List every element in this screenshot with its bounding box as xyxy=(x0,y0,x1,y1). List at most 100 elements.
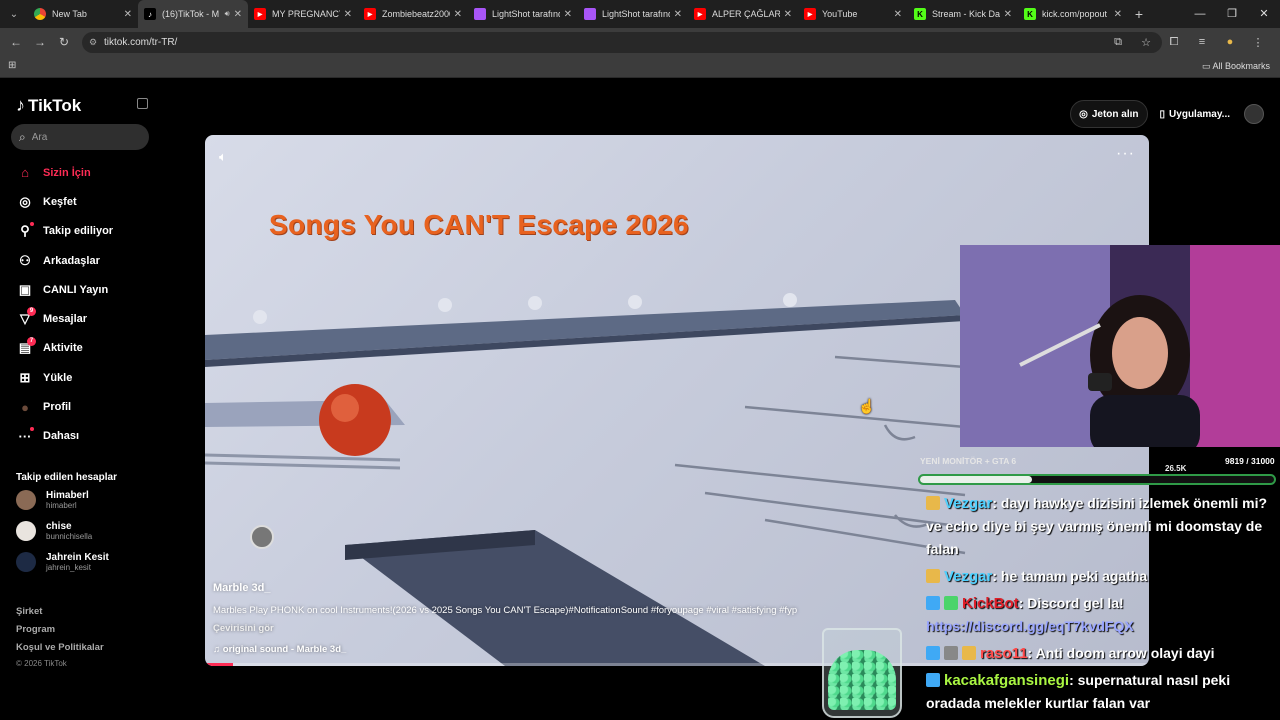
apps-icon[interactable]: ⊞ xyxy=(8,60,16,71)
sidebar-item[interactable]: ⊞ Yükle xyxy=(0,363,160,392)
close-window-icon[interactable]: ✕ xyxy=(1248,0,1280,28)
browser-tab[interactable]: ▶ ALPER ÇAĞLAR S ✕ xyxy=(688,0,798,28)
sidebar-item[interactable]: ⚲ Takip ediliyor xyxy=(0,217,160,246)
tab-label: kick.com/popout xyxy=(1042,9,1108,19)
browser-tab[interactable]: ♪ (16)TikTok - M 🔊︎ ✕ xyxy=(138,0,248,28)
tab-close-icon[interactable]: ✕ xyxy=(784,9,792,20)
new-tab-button[interactable]: + xyxy=(1128,6,1150,22)
cast-icon[interactable]: ⧉ xyxy=(1104,36,1132,49)
tab-close-icon[interactable]: ✕ xyxy=(674,9,682,20)
minimize-icon[interactable]: — xyxy=(1184,0,1216,28)
kick-icon: K xyxy=(1024,8,1036,20)
youtube-icon: ▶ xyxy=(254,8,266,20)
footer-link[interactable]: Şirket xyxy=(16,606,104,624)
tab-close-icon[interactable]: ✕ xyxy=(564,9,572,20)
chat-username[interactable]: Vezgar xyxy=(944,568,992,585)
sidebar-item[interactable]: ⌂ Sizin İçin xyxy=(0,158,160,187)
search-box[interactable]: ⌕ xyxy=(11,124,149,150)
tab-close-icon[interactable]: ✕ xyxy=(1114,9,1122,20)
sidebar-item[interactable]: ● Profil xyxy=(0,392,160,421)
search-input[interactable] xyxy=(31,131,132,143)
menu-icon[interactable]: ⋮ xyxy=(1244,36,1272,49)
peg xyxy=(253,310,267,324)
back-icon[interactable]: ← xyxy=(4,35,28,49)
profile-icon[interactable]: ● xyxy=(1216,36,1244,48)
maximize-icon[interactable]: ❐ xyxy=(1216,0,1248,28)
window-controls: — ❐ ✕ xyxy=(1184,0,1280,28)
all-bookmarks-button[interactable]: ▭ All Bookmarks xyxy=(1202,61,1270,72)
footer-link[interactable]: Koşul ve Politikalar xyxy=(16,642,104,660)
followed-account[interactable]: Jahrein Kesit jahrein_kesit xyxy=(16,548,109,576)
video-author[interactable]: Marble 3d_ xyxy=(213,582,270,594)
rod xyxy=(205,461,401,470)
extensions-icon[interactable]: ⧠ xyxy=(1160,36,1188,49)
tab-audio-icon[interactable]: 🔊︎ xyxy=(225,9,230,19)
account-handle: jahrein_kesit xyxy=(46,563,91,572)
tab-search-icon[interactable]: ⌄ xyxy=(0,0,28,28)
chat-badge-icon xyxy=(944,596,958,610)
browser-tab[interactable]: Kkick.com/popout ✕ xyxy=(1018,0,1128,28)
sidebar-item[interactable]: ▣ CANLI Yayın xyxy=(0,275,160,304)
forward-icon[interactable]: → xyxy=(28,35,52,49)
footer-link[interactable]: Program xyxy=(16,624,104,642)
sidebar-item[interactable]: ◎ Keşfet xyxy=(0,187,160,216)
tiktok-logo[interactable]: ♪ TikTok xyxy=(16,95,81,116)
get-app-button[interactable]: ▯ Uygulamay... xyxy=(1152,100,1238,128)
tab-close-icon[interactable]: ✕ xyxy=(454,9,462,20)
sidebar-item[interactable]: ▤ 7 Aktivite xyxy=(0,334,160,363)
chat-username[interactable]: KickBot xyxy=(962,595,1019,612)
chat-message: raso11: Anti doom arrow olayi dayi xyxy=(926,642,1280,665)
tab-close-icon[interactable]: ✕ xyxy=(1004,9,1012,20)
volume-icon[interactable]: 🔈︎ xyxy=(219,149,227,165)
tab-close-icon[interactable]: ✕ xyxy=(124,9,132,20)
sidebar-item[interactable]: ··· Dahası xyxy=(0,422,160,451)
browser-tab[interactable]: LightShot tarafında ✕ xyxy=(578,0,688,28)
sidebar-item-label: Profil xyxy=(43,401,72,414)
chat-message: kacakafgansinegi: supernatural nasıl pek… xyxy=(926,669,1280,715)
phone-icon: ▯ xyxy=(1159,108,1166,120)
browser-tab[interactable]: ▶ Zombiebeatz2000 ✕ xyxy=(358,0,468,28)
browser-tab[interactable]: New Tab ✕ xyxy=(28,0,138,28)
following-accounts-title: Takip edilen hesaplar xyxy=(16,472,117,483)
browser-tab[interactable]: LightShot tarafında ✕ xyxy=(468,0,578,28)
media-icon[interactable]: ≡ xyxy=(1188,36,1216,48)
copyright: © 2026 TikTok xyxy=(16,659,67,668)
chat-username[interactable]: kacakafgansinegi xyxy=(944,672,1069,689)
chat-link[interactable]: https://discord.gg/eqT7kvdFQX xyxy=(926,618,1134,634)
site-info-icon[interactable]: ⚙ xyxy=(89,32,97,53)
tab-close-icon[interactable]: ✕ xyxy=(234,9,242,20)
youtube-icon: ▶ xyxy=(804,8,816,20)
chat-username[interactable]: raso11 xyxy=(980,645,1028,662)
bookmarks-bar: ⊞ ▭ All Bookmarks xyxy=(0,56,1280,78)
collapse-sidebar-icon[interactable] xyxy=(137,98,148,109)
goal-progress-fill xyxy=(920,476,1033,483)
tiktok-logo-icon: ♪ xyxy=(16,95,25,115)
sidebar-item[interactable]: ▽ 9 Mesajlar xyxy=(0,304,160,333)
more-options-icon[interactable]: ··· xyxy=(1116,145,1135,163)
chrome-icon xyxy=(34,8,46,20)
followed-account[interactable]: Himaberl himaberl xyxy=(16,486,89,514)
reload-icon[interactable]: ↻ xyxy=(52,35,76,49)
lightshot-icon xyxy=(474,8,486,20)
tab-close-icon[interactable]: ✕ xyxy=(344,9,352,20)
video-music[interactable]: ♫ original sound - Marble 3d_ xyxy=(213,644,346,655)
followed-account[interactable]: chise bunnichisella xyxy=(16,517,92,545)
browser-tab[interactable]: ▶ YouTube ✕ xyxy=(798,0,908,28)
tab-close-icon[interactable]: ✕ xyxy=(894,9,902,20)
see-translation-link[interactable]: Çevirisini gör xyxy=(213,623,274,634)
get-coins-button[interactable]: ◎ Jeton alın xyxy=(1070,100,1148,128)
music-label: original sound - Marble 3d_ xyxy=(222,644,347,655)
user-avatar[interactable] xyxy=(1244,104,1264,124)
sidebar-item[interactable]: ⚇ Arkadaşlar xyxy=(0,246,160,275)
chat-text: : Anti doom arrow olayi dayi xyxy=(1027,645,1215,661)
url-field[interactable]: ⚙ tiktok.com/tr-TR/ xyxy=(82,32,1162,53)
tab-bar: ⌄ New Tab ✕ ♪ (16)TikTok - M 🔊︎ ✕ ▶ MY PREGNANC… xyxy=(0,0,1280,28)
account-handle: himaberl xyxy=(46,501,77,510)
bookmark-star-icon[interactable]: ☆ xyxy=(1132,36,1160,49)
sidebar-item-label: Keşfet xyxy=(43,195,77,208)
browser-tab[interactable]: ▶ MY PREGNANCY ✕ xyxy=(248,0,358,28)
browser-tab[interactable]: K Stream - Kick Das ✕ xyxy=(908,0,1018,28)
sidebar-item-label: Mesajlar xyxy=(43,313,88,326)
youtube-icon: ▶ xyxy=(694,8,706,20)
chat-username[interactable]: Vezgar xyxy=(944,495,992,512)
